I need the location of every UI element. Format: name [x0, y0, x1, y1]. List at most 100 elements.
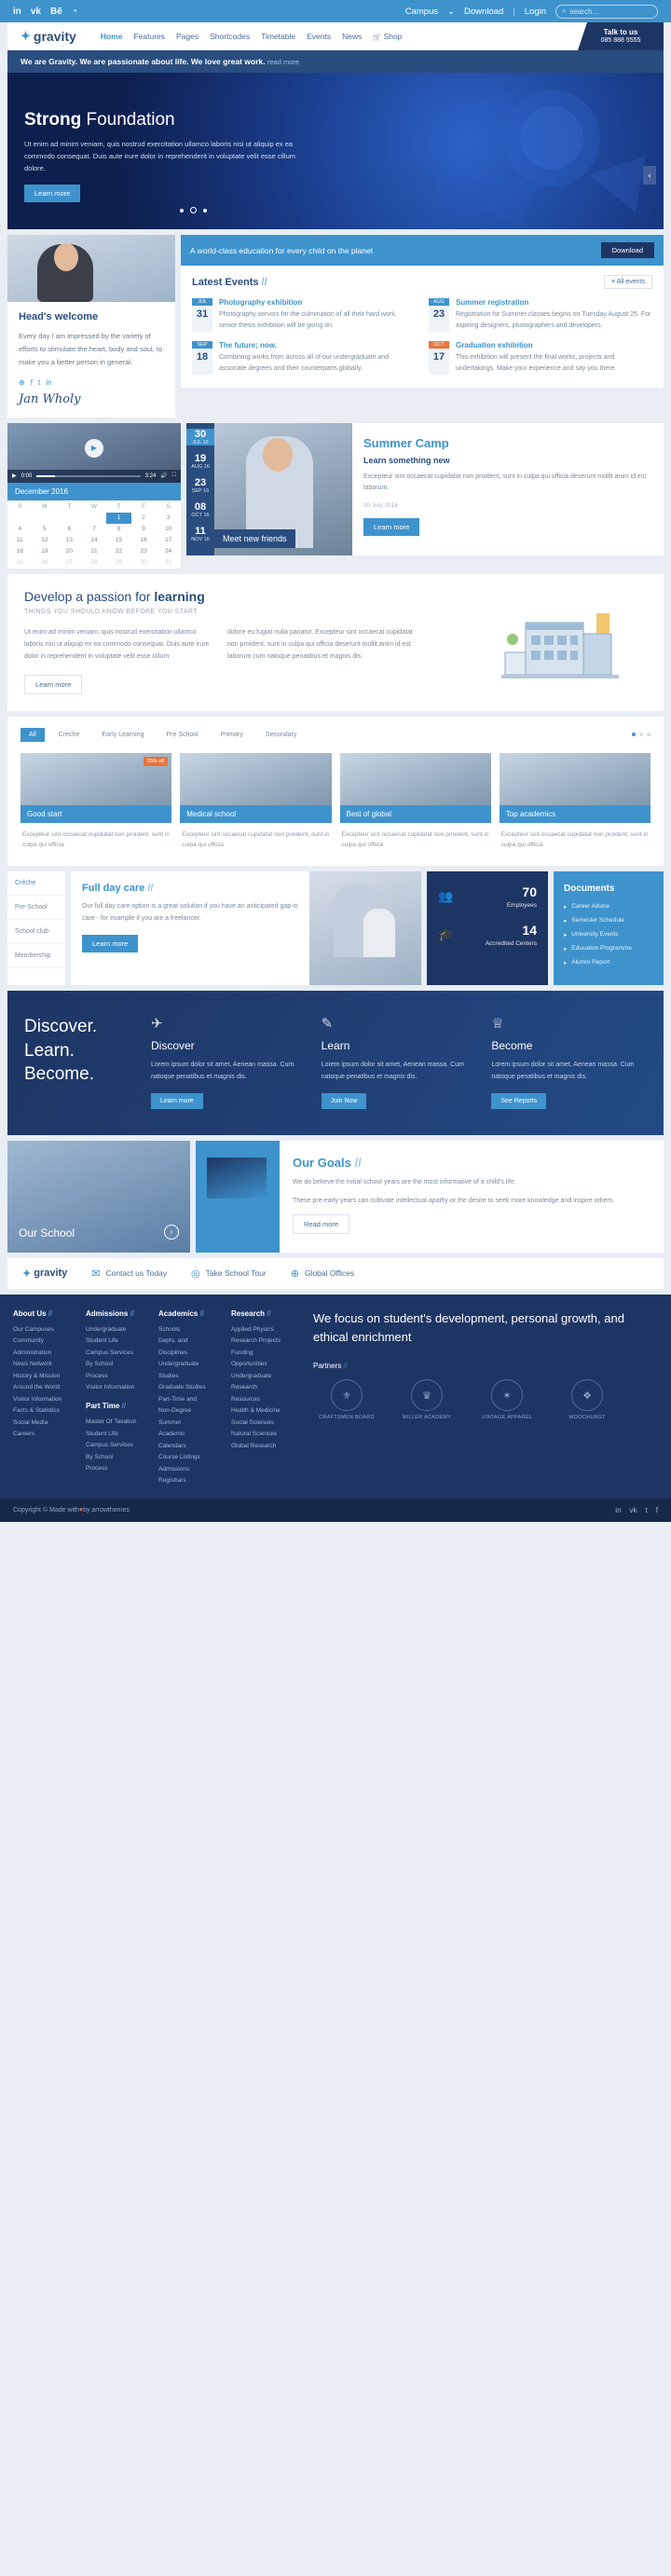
our-school-card[interactable]: Our School ›	[7, 1140, 190, 1253]
footer-link[interactable]: Non-Degree	[158, 1407, 222, 1414]
topbar-link-login[interactable]: Login	[525, 7, 546, 17]
event-title[interactable]: The future; now.	[219, 341, 416, 349]
course-card[interactable]: Top academics Excepteur sint occaecat cu…	[499, 752, 650, 851]
filter-creche[interactable]: Crèche	[50, 728, 89, 742]
footer-link[interactable]: Health & Medicine	[231, 1407, 294, 1414]
partner-badge[interactable]: ❖ WOODHURST	[554, 1379, 621, 1420]
courses-dot-1[interactable]	[632, 733, 636, 737]
footer-link[interactable]: News Network	[13, 1361, 76, 1367]
event-item[interactable]: OCT 17 Graduation exhibition This exhibi…	[429, 340, 652, 375]
play-icon[interactable]: ▶	[85, 438, 103, 458]
goals-read-more-button[interactable]: Read more	[293, 1213, 350, 1234]
footer-link[interactable]: Summer	[158, 1419, 222, 1426]
courses-dot-3[interactable]	[647, 733, 650, 737]
tab-pre-school[interactable]: Pre-School	[7, 896, 65, 920]
calendar-day[interactable]: 29	[106, 557, 131, 569]
cta-contact-us[interactable]: ✉ Contact us Today	[91, 1267, 167, 1280]
volume-icon[interactable]: 🔊	[160, 473, 167, 479]
calendar-day[interactable]: 30	[131, 557, 157, 569]
camp-date-item[interactable]: 08 OCT 16	[186, 501, 214, 518]
footer-link[interactable]: By School	[86, 1361, 149, 1367]
fullscreen-icon[interactable]: ⛶	[172, 473, 176, 479]
cta-global-offices[interactable]: ⊕ Global Offices	[291, 1267, 354, 1280]
nav-item-pages[interactable]: Pages	[176, 32, 199, 41]
slider-dot-1[interactable]	[180, 208, 184, 212]
slider-dot-3[interactable]	[203, 208, 207, 212]
calendar-day[interactable]: 7	[82, 524, 107, 535]
filter-secondary[interactable]: Secondary	[257, 728, 305, 742]
cta-school-tour[interactable]: ◎ Take School Tour	[191, 1267, 267, 1280]
calendar-day[interactable]: 14	[82, 535, 107, 546]
footer-link[interactable]: Around the World	[13, 1384, 76, 1391]
footer-link[interactable]: Depts. and	[158, 1337, 222, 1344]
filter-early-learning[interactable]: Early Learning	[93, 728, 152, 742]
footer-link[interactable]: Visitor Information	[86, 1384, 149, 1391]
calendar-day[interactable]: 12	[33, 535, 58, 546]
document-link[interactable]: ▸ Education Programme	[564, 945, 653, 952]
footer-link[interactable]: Master Of Taxation	[86, 1418, 149, 1425]
ribbon-download-button[interactable]: Download	[600, 242, 654, 258]
linkedin-icon[interactable]: in	[46, 378, 51, 387]
calendar-day[interactable]: 13	[57, 535, 82, 546]
calendar-day[interactable]: 16	[131, 535, 157, 546]
footer-link[interactable]: Social Media	[13, 1419, 76, 1426]
filter-all[interactable]: All	[21, 727, 45, 742]
passion-learn-more-button[interactable]: Learn more	[24, 674, 83, 694]
filter-pre-school[interactable]: Pre School	[158, 728, 207, 742]
document-link[interactable]: ▸ Semester Schedule	[564, 917, 653, 925]
footer-link[interactable]: Natural Sciences	[231, 1431, 294, 1437]
event-item[interactable]: JUL 31 Photography exhibition Photograph…	[192, 298, 416, 332]
footer-link[interactable]: Research	[231, 1384, 294, 1391]
camp-date-item[interactable]: 23 SEP 16	[186, 477, 214, 494]
footer-link[interactable]: Funding	[231, 1350, 294, 1356]
nav-item-shop[interactable]: 🛒 Shop	[373, 32, 402, 41]
footer-link[interactable]: Admissions	[158, 1466, 222, 1473]
partner-badge[interactable]: ✶ VINTAGE APPAREL	[473, 1379, 541, 1420]
camp-date-item[interactable]: 30 JUL 16	[186, 428, 214, 445]
calendar-day[interactable]	[82, 513, 107, 524]
footer-link[interactable]: Opportunities	[231, 1361, 294, 1367]
event-item[interactable]: AUG 23 Summer registration Registration …	[429, 298, 652, 332]
footer-link[interactable]: Undergraduate	[231, 1373, 294, 1379]
nav-item-timetable[interactable]: Timetable	[261, 32, 295, 41]
calendar-day[interactable]: 6	[57, 524, 82, 535]
calendar-day[interactable]: 21	[82, 546, 107, 557]
footer-link[interactable]: Applied Physics	[231, 1326, 294, 1333]
nav-item-news[interactable]: News	[342, 32, 362, 41]
course-card[interactable]: 25% off Good start Excepteur sint occaec…	[21, 752, 172, 851]
partner-badge[interactable]: ♛ MILLER ACADEMY	[393, 1379, 460, 1420]
fullday-learn-more-button[interactable]: Learn more	[82, 934, 139, 952]
document-link[interactable]: ▸ Alumni Report	[564, 959, 653, 966]
footer-link[interactable]: Campus Services	[86, 1442, 149, 1448]
globe-icon[interactable]: ⊕	[19, 378, 25, 387]
hero-learn-more-button[interactable]: Learn more	[24, 185, 81, 203]
calendar-day[interactable]: 20	[57, 546, 82, 557]
dribbble-icon[interactable]: ◔	[72, 7, 77, 17]
vk-icon[interactable]: vk	[630, 1506, 637, 1514]
camp-date-item[interactable]: 19 AUG 16	[186, 453, 214, 470]
footer-link[interactable]: Research Projects	[231, 1337, 294, 1344]
twitter-icon[interactable]: t	[38, 378, 40, 387]
footer-link[interactable]: Facts & Statistics	[13, 1407, 76, 1414]
calendar-day[interactable]: 22	[106, 546, 131, 557]
calendar-day[interactable]: 4	[7, 524, 33, 535]
footer-link[interactable]: By School	[86, 1454, 149, 1460]
calendar-day[interactable]: 18	[7, 546, 33, 557]
slider-dot-2[interactable]	[190, 207, 197, 213]
linkedin-icon[interactable]: in	[13, 7, 21, 17]
discover-see-reports-button[interactable]: See Reports	[491, 1092, 547, 1109]
calendar-day[interactable]	[7, 513, 33, 524]
nav-item-home[interactable]: Home	[101, 32, 123, 41]
all-events-button[interactable]: ≡ All events	[603, 275, 652, 289]
footer-link[interactable]: Careers	[13, 1431, 76, 1437]
partner-badge[interactable]: ⚜ CRAFTSMEN BOARD	[313, 1379, 380, 1420]
camp-date-item[interactable]: 11 NOV 16	[186, 526, 214, 542]
talk-to-us-button[interactable]: Talk to us 085 888 5555	[578, 22, 664, 50]
facebook-icon[interactable]: f	[31, 378, 33, 387]
calendar-day[interactable]: 11	[7, 535, 33, 546]
our-school-arrow-icon[interactable]: ›	[164, 1224, 179, 1240]
video-progress-bar[interactable]	[36, 474, 141, 477]
footer-link[interactable]: Studies	[158, 1373, 222, 1379]
footer-link[interactable]: History & Mission	[13, 1373, 76, 1379]
courses-dot-2[interactable]	[639, 733, 643, 737]
